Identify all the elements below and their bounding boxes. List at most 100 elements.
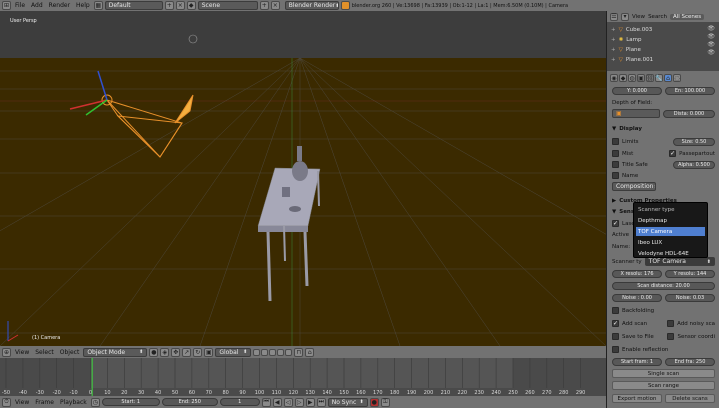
focus-object-field[interactable]: ▣ xyxy=(612,109,660,118)
composition-selector[interactable]: Composition ⬍ xyxy=(612,182,656,191)
popup-item-velodyne[interactable]: Velodyne HDL-64E xyxy=(636,249,705,258)
layer-4-button[interactable] xyxy=(277,348,285,356)
scan-distance-field[interactable]: Scan distance: 20.00 xyxy=(612,281,715,290)
pivot-icon[interactable]: ◈ xyxy=(160,347,170,357)
menu-view[interactable]: View xyxy=(13,399,31,406)
3d-cursor-icon[interactable] xyxy=(188,34,198,44)
constraints-tab-icon[interactable]: ⛓ xyxy=(646,74,654,82)
object-tab-icon[interactable]: ▣ xyxy=(637,74,645,82)
expand-icon[interactable]: + xyxy=(611,47,616,53)
save-to-file-checkbox[interactable] xyxy=(612,333,619,340)
backfolding-checkbox[interactable] xyxy=(612,307,619,314)
y-field[interactable]: Y: 0.000 xyxy=(612,86,662,95)
laser-checkbox[interactable]: ✓ xyxy=(612,220,619,227)
end-frame-field[interactable]: End: 250 xyxy=(161,398,218,406)
expand-icon[interactable]: + xyxy=(611,57,616,63)
render-icon[interactable]: ⌂ xyxy=(305,347,315,357)
layout-icon[interactable]: ▦ xyxy=(93,1,103,10)
render-engine-selector[interactable]: Blender Render ⬍ xyxy=(284,1,339,10)
outliner-display-mode[interactable]: All Scenes xyxy=(669,13,705,20)
menu-select[interactable]: Select xyxy=(33,349,56,356)
passepartout-checkbox[interactable]: ✓ xyxy=(669,150,677,157)
name-checkbox[interactable] xyxy=(612,172,619,179)
add-noisy-scan-checkbox[interactable] xyxy=(667,320,675,327)
outliner-menu-view[interactable]: View xyxy=(632,14,645,20)
translate-icon[interactable]: ↗ xyxy=(182,347,192,357)
jump-end-icon[interactable]: ⏭ xyxy=(316,397,326,407)
manipulator-icon[interactable]: ✥ xyxy=(171,347,181,357)
current-frame-field[interactable]: 1 xyxy=(219,398,260,406)
outliner-menu-search[interactable]: Search xyxy=(648,14,667,20)
end-frame-field[interactable]: End fra: 250 xyxy=(665,357,715,366)
add-layout-icon[interactable]: + xyxy=(164,1,174,10)
preview-range-icon[interactable]: ◷ xyxy=(90,397,100,407)
menu-render[interactable]: Render xyxy=(47,2,72,9)
play-icon[interactable]: ▷ xyxy=(294,397,304,407)
x-resolution-field[interactable]: X resolu: 176 xyxy=(612,269,662,278)
layer-1-button[interactable] xyxy=(253,348,261,356)
timeline[interactable]: -50 -40 -30 -20 -10 0 10 20 30 40 50 60 70 80 90 100 110… xyxy=(0,358,606,396)
orientation-selector[interactable]: Global ⬍ xyxy=(215,347,252,357)
outliner-item[interactable]: + ▽ Cube.003 xyxy=(611,25,652,34)
menu-view[interactable]: View xyxy=(13,349,31,356)
editor-type-icon[interactable]: ⊕ xyxy=(2,347,11,357)
render-tab-icon[interactable]: ◉ xyxy=(610,74,618,82)
start-frame-field[interactable]: Start: 1 xyxy=(101,398,160,406)
layer-5-button[interactable] xyxy=(285,348,293,356)
add-scene-icon[interactable]: + xyxy=(259,1,269,10)
outliner-type-icon[interactable]: ☰ xyxy=(610,12,618,21)
layout-selector[interactable]: Default xyxy=(104,1,163,10)
outliner-item[interactable]: + ✺ Lamp xyxy=(611,35,642,44)
noise-mean-field[interactable]: Noise : 0.00 xyxy=(612,293,662,302)
popup-item-depthmap[interactable]: Depthmap xyxy=(636,216,705,225)
display-header[interactable]: ▼ Display xyxy=(612,124,715,133)
popup-item-tof-camera[interactable]: TOF Camera xyxy=(636,227,705,236)
scale-icon[interactable]: ▣ xyxy=(204,347,214,357)
menu-add[interactable]: Add xyxy=(29,2,45,9)
menu-frame[interactable]: Frame xyxy=(33,399,56,406)
menu-help[interactable]: Help xyxy=(74,2,92,9)
eye-icon[interactable]: 👁 xyxy=(707,49,715,56)
world-tab-icon[interactable]: ◍ xyxy=(628,74,636,82)
mode-selector[interactable]: Object Mode ⬍ xyxy=(83,347,148,357)
prev-key-icon[interactable]: ◀ xyxy=(272,397,282,407)
jump-start-icon[interactable]: ⏮ xyxy=(261,397,271,407)
scene-selector[interactable]: Scene xyxy=(197,1,258,10)
snap-icon[interactable]: ⊓ xyxy=(294,347,304,357)
popup-item-ibeo-lux[interactable]: Ibeo LUX xyxy=(636,238,705,247)
menu-object[interactable]: Object xyxy=(58,349,82,356)
record-icon[interactable]: ● xyxy=(369,397,379,407)
y-resolution-field[interactable]: Y resolu: 144 xyxy=(665,269,715,278)
eye-icon[interactable]: 👁 xyxy=(707,25,715,32)
eye-icon[interactable]: 👁 xyxy=(707,41,715,48)
remove-layout-icon[interactable]: × xyxy=(175,1,185,10)
camera-data-tab-icon[interactable]: ⌂ xyxy=(664,74,672,82)
add-scan-checkbox[interactable]: ✓ xyxy=(612,320,619,327)
alpha-field[interactable]: Alpha: 0.500 xyxy=(673,160,715,169)
export-motion-button[interactable]: Export motion xyxy=(612,394,662,403)
outliner-filter-icon[interactable]: ▾ xyxy=(621,12,629,21)
editor-type-icon[interactable]: ⏱ xyxy=(2,397,11,407)
outliner-item[interactable]: + ▽ Plane.001 xyxy=(611,55,653,64)
sensor-coordinates-checkbox[interactable] xyxy=(667,333,675,340)
mist-checkbox[interactable] xyxy=(612,150,619,157)
shading-icon[interactable]: ● xyxy=(149,347,159,357)
start-frame-field[interactable]: Start fram: 1 xyxy=(612,357,662,366)
next-key-icon[interactable]: ▶ xyxy=(305,397,315,407)
editor-type-icon[interactable]: ⊞ xyxy=(2,1,11,10)
layer-buttons[interactable] xyxy=(253,348,293,356)
outliner[interactable]: ☰ ▾ View Search All Scenes + ▽ Cube.003 … xyxy=(606,11,719,71)
menu-playback[interactable]: Playback xyxy=(58,399,89,406)
menu-file[interactable]: File xyxy=(13,2,27,9)
remove-scene-icon[interactable]: × xyxy=(270,1,280,10)
modifiers-tab-icon[interactable]: 🔧 xyxy=(655,74,663,82)
expand-icon[interactable]: + xyxy=(611,37,616,43)
physics-tab-icon[interactable]: ◌ xyxy=(673,74,681,82)
scan-range-button[interactable]: Scan range xyxy=(612,381,715,390)
outliner-item[interactable]: + ▽ Plane xyxy=(611,45,641,54)
scene-icon[interactable]: ◆ xyxy=(186,1,196,10)
eye-icon[interactable]: 👁 xyxy=(707,33,715,40)
scanner-type-selector[interactable]: TOF Camera ⬍ xyxy=(644,257,715,266)
sync-selector[interactable]: No Sync ⬍ xyxy=(327,397,368,407)
play-reverse-icon[interactable]: ◁ xyxy=(283,397,293,407)
